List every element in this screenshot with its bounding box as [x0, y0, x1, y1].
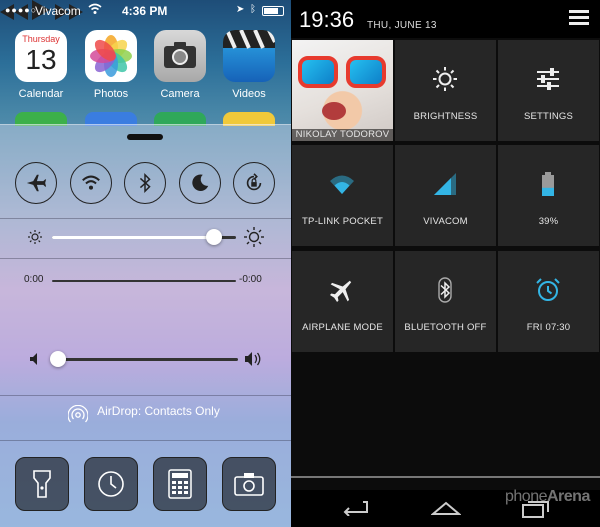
moon-icon: [192, 174, 209, 191]
media-remaining-time: -0:00: [239, 274, 262, 285]
bluetooth-icon: [139, 172, 151, 194]
calendar-date: 13: [25, 44, 57, 75]
location-icon: ➤: [236, 4, 245, 15]
divider: [0, 258, 291, 259]
wifi-status-icon: [88, 3, 102, 18]
tile-label: SETTINGS: [523, 111, 574, 122]
flashlight-icon: [33, 470, 51, 498]
photos-icon: [85, 30, 137, 82]
camera-button[interactable]: [222, 457, 276, 511]
divider: [0, 218, 291, 219]
tile-label: FRI 07:30: [526, 322, 571, 333]
tile-label: TP-LINK POCKET: [302, 216, 383, 227]
home-icon[interactable]: [431, 500, 461, 516]
app-camera[interactable]: Camera: [151, 30, 209, 100]
battery-icon: [542, 172, 554, 196]
bluetooth-toggle[interactable]: [124, 162, 166, 204]
videos-icon: [223, 30, 275, 82]
camera-app-icon: [154, 30, 206, 82]
calendar-icon: Thursday 13: [15, 30, 67, 82]
flashlight-button[interactable]: [15, 457, 69, 511]
calculator-button[interactable]: [153, 457, 207, 511]
brightness-slider-thumb[interactable]: [205, 229, 222, 245]
divider: [0, 395, 291, 396]
settings-sliders-icon: [537, 68, 559, 90]
rotation-lock-toggle[interactable]: [233, 162, 275, 204]
wifi-toggle[interactable]: [70, 162, 112, 204]
tile-alarm[interactable]: FRI 07:30: [498, 251, 599, 352]
brightness-icon: [433, 67, 457, 91]
divider: [0, 440, 291, 441]
camera-icon: [234, 473, 264, 496]
android-quick-settings-screen: 19:36 THU, JUNE 13 NIKOLAY TODOROV BRIGH…: [291, 0, 600, 527]
tile-label: 39%: [538, 216, 559, 227]
avatar: [292, 40, 393, 141]
status-time: 4:36 PM: [122, 4, 168, 18]
timer-button[interactable]: [84, 457, 138, 511]
airdrop-label: AirDrop: Contacts Only: [97, 404, 220, 418]
tile-brightness[interactable]: BRIGHTNESS: [395, 40, 496, 141]
alarm-icon: [536, 278, 560, 301]
volume-slider-thumb[interactable]: [49, 351, 66, 367]
tile-label: BRIGHTNESS: [413, 111, 478, 122]
app-label: Videos: [232, 88, 266, 100]
app-label: Camera: [160, 88, 200, 100]
tile-bluetooth[interactable]: BLUETOOTH OFF: [395, 251, 496, 352]
notifications-toggle-icon[interactable]: [569, 10, 589, 26]
clock-icon: [98, 471, 124, 497]
bluetooth-icon: [438, 277, 452, 303]
media-elapsed-time: 0:00: [24, 274, 44, 285]
volume-high-icon: [245, 352, 261, 366]
calendar-weekday: Thursday: [22, 34, 60, 44]
ios-control-center-screen: ●●●●○ Vivacom 4:36 PM ➤ ᛒ Thursday 13 Ca…: [0, 0, 291, 527]
signal-strength: ●●●●○: [5, 5, 38, 15]
battery-icon: [262, 6, 284, 16]
clock-date: THU, JUNE 13: [367, 20, 437, 31]
volume-slider[interactable]: [50, 358, 238, 361]
wifi-icon: [330, 175, 354, 194]
panel-drag-handle[interactable]: [291, 476, 600, 478]
ios-status-bar: ●●●●○ Vivacom 4:36 PM ➤ ᛒ: [0, 0, 291, 22]
tile-label: BLUETOOTH OFF: [404, 322, 487, 333]
app-photos[interactable]: Photos: [82, 30, 140, 100]
calculator-icon: [168, 469, 192, 499]
app-label: Photos: [93, 88, 129, 100]
app-videos[interactable]: Videos: [220, 30, 278, 100]
media-scrubber[interactable]: [52, 280, 236, 282]
do-not-disturb-toggle[interactable]: [179, 162, 221, 204]
carrier-name: Vivacom: [35, 4, 81, 18]
watermark: phoneArena: [505, 488, 590, 505]
tile-label: NIKOLAY TODOROV: [292, 129, 393, 141]
wifi-icon: [82, 175, 100, 190]
app-calendar[interactable]: Thursday 13 Calendar: [12, 30, 70, 100]
back-icon[interactable]: [341, 500, 369, 516]
brightness-low-icon: [28, 230, 42, 244]
tile-battery[interactable]: 39%: [498, 145, 599, 246]
airdrop-button[interactable]: AirDrop: Contacts Only: [0, 404, 291, 418]
quick-settings-header: 19:36 THU, JUNE 13: [291, 0, 600, 38]
rotation-lock-icon: [246, 173, 262, 191]
volume-low-icon: [30, 353, 37, 365]
tile-airplane-mode[interactable]: AIRPLANE MODE: [292, 251, 393, 352]
brightness-high-icon: [244, 227, 264, 247]
airplane-icon: [26, 174, 47, 192]
app-label: Calendar: [18, 88, 64, 100]
brightness-slider-fill: [52, 236, 214, 239]
clock-time: 19:36: [299, 7, 355, 32]
tile-user-profile[interactable]: NIKOLAY TODOROV: [292, 40, 393, 141]
control-center-grabber[interactable]: [127, 134, 163, 140]
airplane-mode-toggle[interactable]: [15, 162, 57, 204]
tile-label: AIRPLANE MODE: [302, 322, 383, 333]
cell-signal-icon: [434, 173, 456, 195]
tile-settings[interactable]: SETTINGS: [498, 40, 599, 141]
bluetooth-status-icon: ᛒ: [250, 4, 256, 15]
airplane-icon: [329, 280, 352, 303]
tile-mobile-network[interactable]: VIVACOM: [395, 145, 496, 246]
tile-label: VIVACOM: [423, 216, 468, 227]
tile-wifi[interactable]: TP-LINK POCKET: [292, 145, 393, 246]
